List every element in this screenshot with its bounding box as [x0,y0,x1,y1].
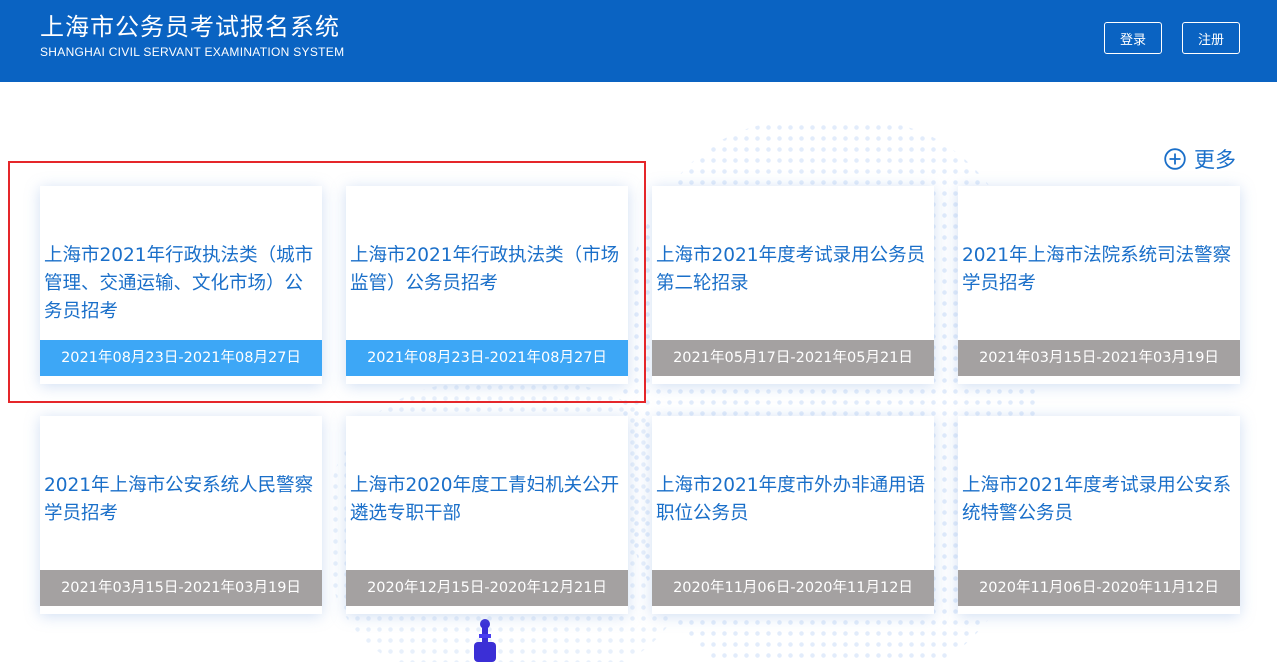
card-title: 上海市2021年行政执法类（市场监管）公务员招考 [350,245,620,294]
site-subtitle: SHANGHAI CIVIL SERVANT EXAMINATION SYSTE… [40,45,345,59]
card-title: 上海市2021年度考试录用公务员第二轮招录 [656,245,926,294]
exam-card[interactable]: 上海市2021年度考试录用公安系统特警公务员 2020年11月06日-2020年… [958,416,1240,614]
exam-card[interactable]: 2021年上海市公安系统人民警察学员招考 2021年03月15日-2021年03… [40,416,322,614]
exam-card[interactable]: 上海市2021年度市外办非通用语职位公务员 2020年11月06日-2020年1… [652,416,934,614]
register-button[interactable]: 注册 [1182,22,1240,54]
card-date-range: 2021年08月23日-2021年08月27日 [40,340,322,376]
card-date-range: 2020年11月06日-2020年11月12日 [652,570,934,606]
card-date-range: 2021年03月15日-2021年03月19日 [40,570,322,606]
site-title: 上海市公务员考试报名系统 [40,13,340,41]
card-date-range: 2020年11月06日-2020年11月12日 [958,570,1240,606]
card-date-range: 2020年12月15日-2020年12月21日 [346,570,628,606]
exam-card[interactable]: 上海市2021年度考试录用公务员第二轮招录 2021年05月17日-2021年0… [652,186,934,384]
location-pin-icon [474,619,496,662]
card-date-range: 2021年05月17日-2021年05月21日 [652,340,934,376]
card-date-range: 2021年03月15日-2021年03月19日 [958,340,1240,376]
card-date-range: 2021年08月23日-2021年08月27日 [346,340,628,376]
card-title: 上海市2021年度市外办非通用语职位公务员 [656,475,926,524]
exam-card[interactable]: 2021年上海市法院系统司法警察学员招考 2021年03月15日-2021年03… [958,186,1240,384]
plus-circle-icon [1164,148,1186,170]
card-title: 2021年上海市公安系统人民警察学员招考 [44,475,314,524]
exam-card[interactable]: 上海市2021年行政执法类（城市管理、交通运输、文化市场）公务员招考 2021年… [40,186,322,384]
exam-card[interactable]: 上海市2020年度工青妇机关公开遴选专职干部 2020年12月15日-2020年… [346,416,628,614]
top-header: 上海市公务员考试报名系统 SHANGHAI CIVIL SERVANT EXAM… [0,0,1277,82]
login-button[interactable]: 登录 [1104,22,1162,54]
exam-card[interactable]: 上海市2021年行政执法类（市场监管）公务员招考 2021年08月23日-202… [346,186,628,384]
card-title: 上海市2021年度考试录用公安系统特警公务员 [962,475,1232,524]
more-link[interactable]: 更多 [1164,145,1236,173]
card-title: 上海市2020年度工青妇机关公开遴选专职干部 [350,475,620,524]
card-title: 2021年上海市法院系统司法警察学员招考 [962,245,1232,294]
more-label: 更多 [1194,148,1236,172]
card-title: 上海市2021年行政执法类（城市管理、交通运输、文化市场）公务员招考 [44,245,314,322]
